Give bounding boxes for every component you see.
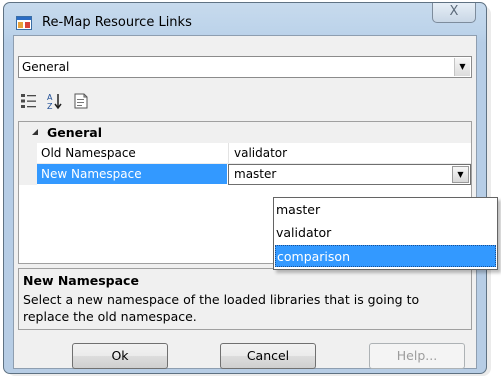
categorized-view-icon[interactable]	[18, 91, 40, 111]
chevron-down-icon[interactable]: ▼	[452, 166, 469, 183]
category-label: General	[47, 125, 102, 140]
close-button[interactable]: X	[432, 3, 476, 23]
ok-button[interactable]: Ok	[72, 343, 168, 369]
new-namespace-combo[interactable]: master ▼	[228, 164, 471, 185]
svg-text:Z: Z	[47, 102, 53, 111]
description-text: Select a new namespace of the loaded lib…	[23, 292, 420, 324]
property-name: Old Namespace	[41, 146, 136, 160]
dialog-window: Re-Map Resource Links X General ▼ A Z Ge…	[3, 2, 487, 374]
property-name-selected: New Namespace	[37, 164, 227, 184]
help-button[interactable]: Help...	[369, 343, 465, 369]
cancel-button[interactable]: Cancel	[220, 343, 316, 369]
sort-alphabetical-icon[interactable]: A Z	[44, 91, 66, 111]
description-panel: New Namespace Select a new namespace of …	[18, 268, 472, 330]
svg-text:A: A	[47, 93, 53, 102]
title-bar[interactable]: Re-Map Resource Links X	[4, 3, 486, 39]
close-icon: X	[449, 4, 459, 19]
collapse-triangle-icon[interactable]	[31, 128, 39, 136]
property-row-new-namespace[interactable]: New Namespace master ▼	[19, 164, 471, 185]
dropdown-option-master[interactable]: master	[275, 199, 496, 221]
app-window-icon	[16, 16, 32, 30]
property-pages-icon[interactable]	[70, 91, 92, 111]
row-margin	[19, 143, 37, 164]
dropdown-option-comparison[interactable]: comparison	[275, 245, 496, 267]
property-value[interactable]: validator	[228, 143, 471, 163]
property-row-old-namespace[interactable]: Old Namespace validator	[19, 143, 471, 164]
category-row-general[interactable]: General	[19, 122, 471, 143]
combo-dropdown-arrow-icon[interactable]: ▼	[454, 58, 470, 76]
object-selector-combo[interactable]: General ▼	[18, 56, 472, 78]
object-selector-value: General	[22, 60, 70, 74]
dropdown-option-validator[interactable]: validator	[275, 222, 496, 244]
namespace-dropdown-list: master validator comparison	[273, 197, 498, 270]
new-namespace-value: master	[234, 167, 277, 181]
row-margin	[19, 164, 37, 185]
description-title: New Namespace	[23, 273, 139, 288]
window-title: Re-Map Resource Links	[42, 15, 192, 30]
